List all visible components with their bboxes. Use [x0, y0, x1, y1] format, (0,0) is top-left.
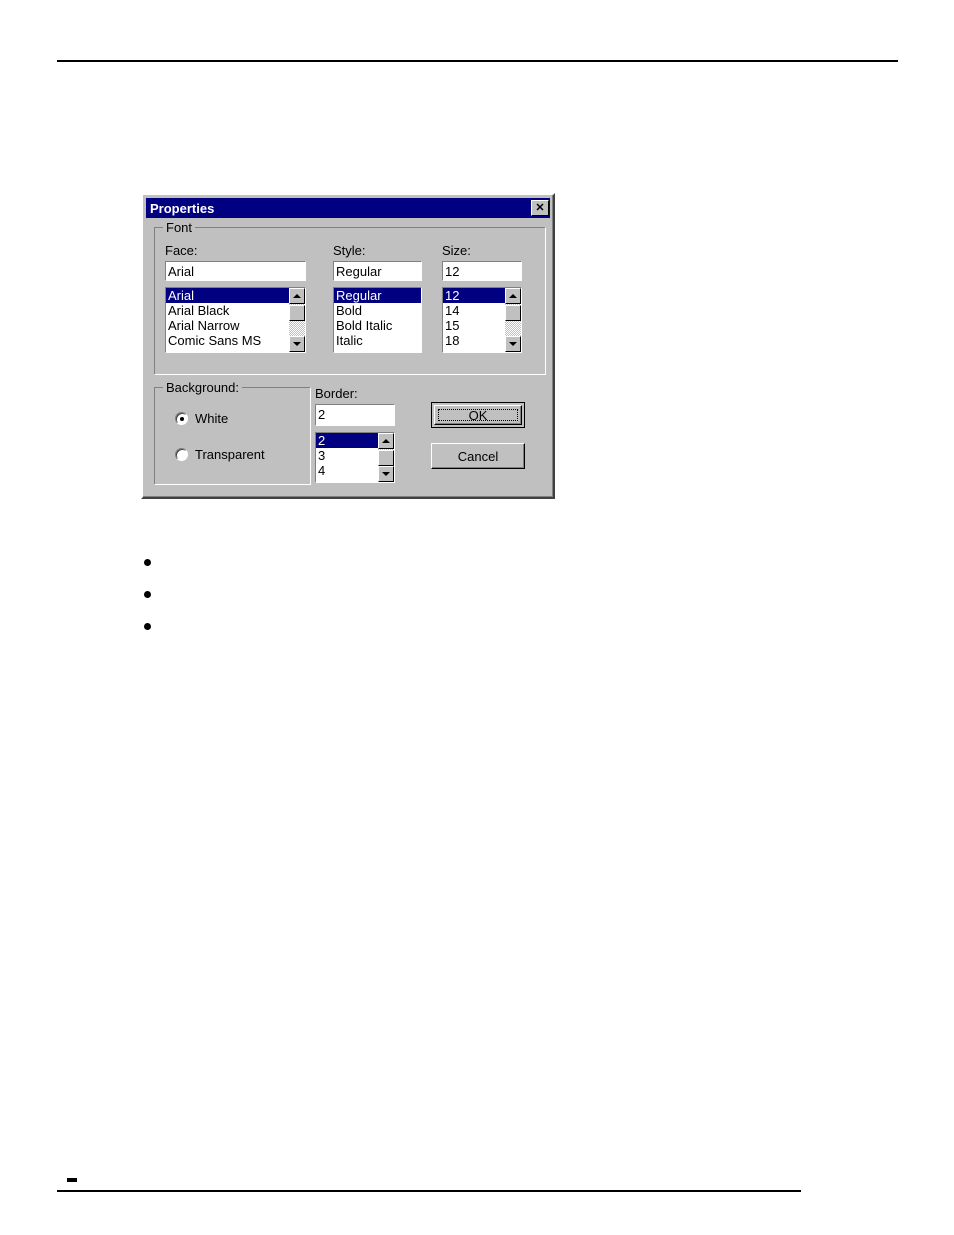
scroll-down-icon[interactable] [505, 336, 521, 352]
size-label: Size: [442, 243, 471, 258]
page-footer-rule [57, 1190, 801, 1192]
radio-indicator-icon [175, 448, 188, 461]
border-listbox[interactable]: 2 3 4 [315, 432, 395, 483]
font-group-label: Font [163, 220, 196, 235]
border-label: Border: [315, 386, 358, 401]
face-scrollbar[interactable] [289, 288, 305, 352]
close-icon[interactable]: ✕ [531, 200, 549, 216]
list-item [128, 578, 154, 610]
scroll-down-icon[interactable] [289, 336, 305, 352]
scroll-up-icon[interactable] [505, 288, 521, 304]
scrollbar-thumb[interactable] [378, 450, 394, 466]
dialog-title: Properties [150, 200, 215, 216]
list-item[interactable]: Bold Italic [334, 318, 421, 333]
ok-button-default-frame: OK [431, 402, 525, 428]
bullet-list [128, 546, 154, 642]
ok-button-label: OK [468, 407, 488, 423]
ok-button[interactable]: OK [434, 405, 522, 425]
cancel-button-label: Cancel [457, 448, 499, 464]
border-scrollbar[interactable] [378, 433, 394, 482]
face-listbox[interactable]: Arial Arial Black Arial Narrow Comic San… [165, 287, 306, 353]
style-label: Style: [333, 243, 366, 258]
properties-dialog: Properties ✕ Font Face: Arial Arial Aria… [141, 193, 555, 499]
radio-indicator-icon [175, 412, 188, 425]
list-item[interactable]: Bold [334, 303, 421, 318]
border-input[interactable]: 2 [315, 404, 395, 426]
scroll-down-icon[interactable] [378, 466, 394, 482]
list-item [128, 546, 154, 578]
list-item[interactable]: Arial Black [166, 303, 305, 318]
scrollbar-thumb[interactable] [289, 305, 305, 321]
background-group-label: Background: [163, 380, 242, 395]
radio-transparent[interactable]: Transparent [175, 447, 265, 462]
size-listbox[interactable]: 12 14 15 18 [442, 287, 522, 353]
radio-white-label: White [195, 411, 229, 426]
page-footer-mark [67, 1178, 77, 1182]
dialog-titlebar[interactable]: Properties ✕ [146, 198, 550, 218]
list-item [128, 610, 154, 642]
list-item[interactable]: Comic Sans MS [166, 333, 305, 348]
background-groupbox: Background: [154, 380, 311, 485]
radio-white[interactable]: White [175, 411, 228, 426]
radio-transparent-label: Transparent [195, 447, 265, 462]
list-item[interactable]: Arial Narrow [166, 318, 305, 333]
list-item[interactable]: Regular [334, 288, 421, 303]
scrollbar-thumb[interactable] [505, 305, 521, 321]
style-input[interactable]: Regular [333, 261, 422, 281]
face-label: Face: [165, 243, 198, 258]
list-item[interactable]: Arial [166, 288, 305, 303]
scroll-up-icon[interactable] [378, 433, 394, 449]
face-input[interactable]: Arial [165, 261, 306, 281]
size-input[interactable]: 12 [442, 261, 522, 281]
scroll-up-icon[interactable] [289, 288, 305, 304]
list-item[interactable]: Italic [334, 333, 421, 348]
page-header-rule [57, 60, 898, 62]
cancel-button[interactable]: Cancel [431, 443, 525, 469]
style-listbox[interactable]: Regular Bold Bold Italic Italic [333, 287, 422, 353]
size-scrollbar[interactable] [505, 288, 521, 352]
